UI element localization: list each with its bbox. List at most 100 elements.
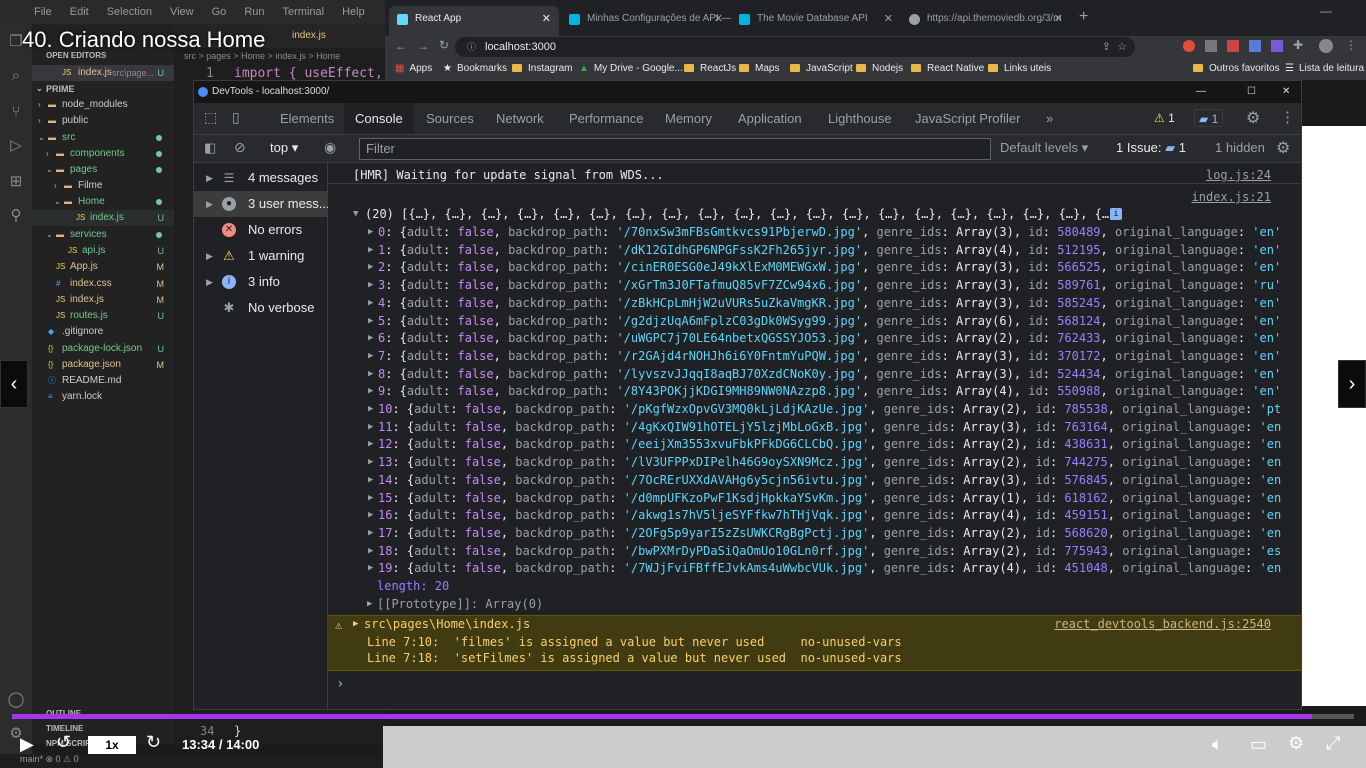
expand-arrow-icon[interactable]: ▶: [367, 595, 372, 613]
inspect-element-icon[interactable]: ⬚: [204, 109, 217, 126]
sidebar-item-errors[interactable]: ✕ No errors: [194, 217, 328, 243]
array-item-row[interactable]: ▶ 7: {adult: false, backdrop_path: '/r2GA…: [328, 347, 1301, 365]
tab-js-profiler[interactable]: JavaScript Profiler: [915, 103, 1020, 134]
menu-help[interactable]: Help: [342, 6, 365, 18]
tab-elements[interactable]: Elements: [280, 103, 334, 134]
file-tree-item[interactable]: {} package.json M: [32, 357, 174, 373]
array-item-row[interactable]: ▶ 6: {adult: false, backdrop_path: '/uWGP…: [328, 329, 1301, 347]
source-link[interactable]: react_devtools_backend.js:2540: [1054, 617, 1271, 631]
array-item-row[interactable]: ▶ 2: {adult: false, backdrop_path: '/cinE…: [328, 258, 1301, 276]
info-icon[interactable]: ⓘ: [467, 37, 476, 57]
array-item-row[interactable]: ▶ 15: {adult: false, backdrop_path: '/d0m…: [328, 489, 1301, 507]
account-icon[interactable]: ◯: [6, 690, 26, 710]
menu-terminal[interactable]: Terminal: [283, 6, 325, 18]
minimize-window-icon[interactable]: —: [1320, 4, 1332, 18]
log-levels-dropdown[interactable]: Default levels ▾: [1000, 140, 1088, 156]
extensions-icon[interactable]: ⊞: [6, 172, 26, 192]
puzzle-icon[interactable]: ✚: [1293, 38, 1303, 52]
file-tree-item[interactable]: {} package-lock.json U: [32, 341, 174, 357]
bookmark-star-icon[interactable]: ☆: [1117, 37, 1127, 57]
expand-arrow-icon[interactable]: ▶: [368, 435, 373, 453]
array-item-row[interactable]: ▶ 4: {adult: false, backdrop_path: '/zBkH…: [328, 294, 1301, 312]
tab-console[interactable]: Console: [344, 103, 414, 134]
sidebar-item-warnings[interactable]: ▶ ⚠ 1 warning: [194, 243, 328, 269]
array-item-row[interactable]: ▶ 11: {adult: false, backdrop_path: '/4gK…: [328, 418, 1301, 436]
sidebar-item-verbose[interactable]: ✱ No verbose: [194, 295, 328, 321]
more-tabs-icon[interactable]: »: [1046, 103, 1053, 134]
bookmark-reactjs[interactable]: ReactJs: [684, 58, 736, 80]
array-item-row[interactable]: ▶ 19: {adult: false, backdrop_path: '/7WJ…: [328, 559, 1301, 577]
expand-arrow-icon[interactable]: ▶: [368, 329, 373, 347]
menu-run[interactable]: Run: [244, 6, 264, 18]
settings-gear-icon[interactable]: ⚙: [1288, 733, 1304, 754]
kebab-menu-icon[interactable]: ⋮: [1280, 108, 1295, 126]
previous-lesson-button[interactable]: ‹: [0, 360, 28, 408]
array-item-row[interactable]: ▶ 18: {adult: false, backdrop_path: '/bwP…: [328, 542, 1301, 560]
array-item-row[interactable]: ▶ 17: {adult: false, backdrop_path: '/2OF…: [328, 524, 1301, 542]
file-tree-item[interactable]: # index.css M: [32, 276, 174, 292]
file-tree-item[interactable]: › ▬ components: [32, 146, 174, 162]
project-header[interactable]: ⌄ PRIME: [32, 81, 174, 97]
menu-go[interactable]: Go: [212, 6, 227, 18]
file-tree-item[interactable]: ⌄ ▬ src: [32, 130, 174, 146]
file-tree-item[interactable]: ⌄ ▬ pages: [32, 162, 174, 178]
remote-icon[interactable]: ⚲: [6, 206, 26, 226]
bookmark-drive[interactable]: ▲ My Drive - Google...: [579, 58, 683, 80]
clear-console-icon[interactable]: ⊘: [234, 139, 246, 156]
avatar[interactable]: [1319, 39, 1333, 53]
array-item-row[interactable]: ▶ 5: {adult: false, backdrop_path: '/g2dj…: [328, 312, 1301, 330]
browser-tab-api-config[interactable]: Minhas Configurações de API — ✕: [561, 6, 731, 36]
context-selector[interactable]: top ▾: [270, 140, 298, 156]
bookmark-links-uteis[interactable]: Links uteis: [988, 58, 1051, 80]
file-tree-item[interactable]: › ▬ Filme: [32, 178, 174, 194]
expand-arrow-icon[interactable]: ▶: [368, 542, 373, 560]
maximize-icon[interactable]: ☐: [1247, 81, 1256, 103]
file-tree-item[interactable]: ⓘ README.md: [32, 373, 174, 389]
browser-tab-tmdb-request[interactable]: https://api.themoviedb.org/3/m ✕: [901, 6, 1071, 36]
file-tree-item[interactable]: ⌄ ▬ services: [32, 227, 174, 243]
extension-icon[interactable]: [1249, 40, 1261, 52]
array-item-row[interactable]: ▶ 8: {adult: false, backdrop_path: '/lyvs…: [328, 365, 1301, 383]
expand-arrow-icon[interactable]: ▶: [368, 506, 373, 524]
array-item-row[interactable]: ▶ 16: {adult: false, backdrop_path: '/akw…: [328, 506, 1301, 524]
close-tab-icon[interactable]: ✕: [714, 6, 723, 32]
bookmark-apps[interactable]: ▦ Apps: [395, 58, 432, 80]
address-bar[interactable]: ⓘ localhost:3000 ⇪ ☆: [455, 37, 1135, 57]
minimize-icon[interactable]: —: [1196, 81, 1206, 103]
open-editor-item[interactable]: JS index.js src\page... U: [32, 65, 174, 81]
new-tab-button[interactable]: +: [1079, 8, 1088, 26]
source-link[interactable]: index.js:21: [1192, 188, 1271, 206]
array-item-row[interactable]: ▶ 13: {adult: false, backdrop_path: '/lV3…: [328, 453, 1301, 471]
source-link[interactable]: log.js:24: [1206, 166, 1271, 183]
file-tree-item[interactable]: JS App.js M: [32, 259, 174, 275]
file-tree-item[interactable]: › ▬ node_modules: [32, 97, 174, 113]
file-tree-item[interactable]: ≡ yarn.lock: [32, 389, 174, 405]
issues-button[interactable]: 1 Issue: ▰ 1: [1116, 140, 1186, 156]
tab-application[interactable]: Application: [738, 103, 802, 134]
close-tab-icon[interactable]: ✕: [884, 6, 893, 32]
extension-icon[interactable]: [1205, 40, 1217, 52]
back-icon[interactable]: ←: [395, 39, 407, 53]
tab-lighthouse[interactable]: Lighthouse: [828, 103, 892, 134]
array-item-row[interactable]: ▶ 10: {adult: false, backdrop_path: '/pKg…: [328, 400, 1301, 418]
expand-arrow-icon[interactable]: ▶: [368, 489, 373, 507]
file-tree-item[interactable]: JS index.js U: [32, 210, 174, 226]
expand-arrow-icon[interactable]: ▶: [368, 241, 373, 259]
browser-tab-react-app[interactable]: React App ✕: [389, 6, 559, 36]
bookmark-react-native[interactable]: React Native: [911, 58, 984, 80]
run-debug-icon[interactable]: ▷: [6, 136, 26, 156]
array-item-row[interactable]: ▶ 3: {adult: false, backdrop_path: '/xGrT…: [328, 276, 1301, 294]
bookmark-maps[interactable]: Maps: [739, 58, 779, 80]
expand-arrow-icon[interactable]: ▶: [368, 524, 373, 542]
tab-performance[interactable]: Performance: [569, 103, 643, 134]
bookmark-javascript[interactable]: JavaScript: [790, 58, 853, 80]
menu-view[interactable]: View: [170, 6, 194, 18]
reload-icon[interactable]: ↻: [439, 38, 449, 52]
sidebar-toggle-icon[interactable]: ◧: [204, 140, 216, 156]
array-item-row[interactable]: ▶ 9: {adult: false, backdrop_path: '/8Y43…: [328, 382, 1301, 400]
file-tree-item[interactable]: JS routes.js U: [32, 308, 174, 324]
settings-gear-icon[interactable]: ⚙: [1246, 108, 1260, 128]
expand-arrow-icon[interactable]: ▶: [368, 276, 373, 294]
share-icon[interactable]: ⇪: [1102, 37, 1111, 57]
warning-count-badge[interactable]: ⚠ 1: [1154, 111, 1175, 125]
